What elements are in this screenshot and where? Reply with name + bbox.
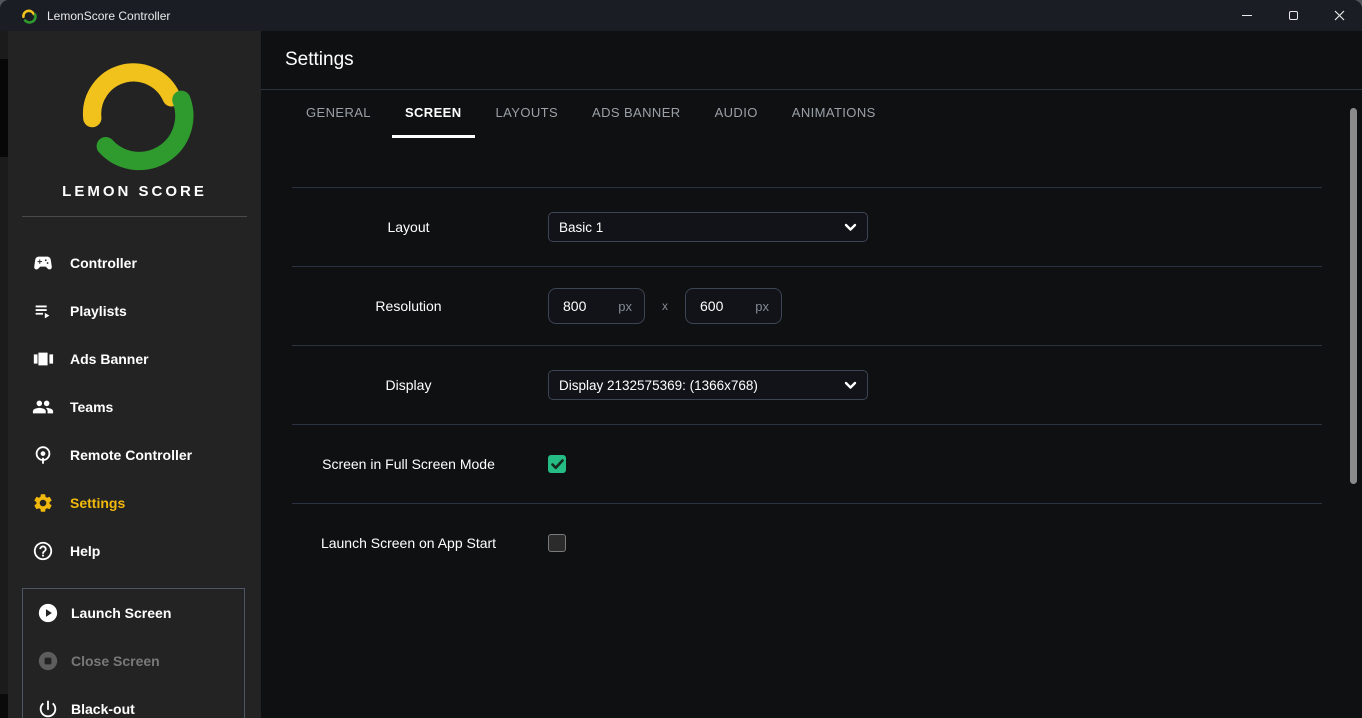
fullscreen-checkbox[interactable] (548, 455, 566, 473)
sidebar-item-ads-banner[interactable]: Ads Banner (8, 335, 261, 383)
window-title: LemonScore Controller (47, 9, 170, 23)
screen-actions-panel: Launch Screen Close Screen Black-out (22, 588, 245, 718)
sidebar-item-label: Remote Controller (70, 447, 192, 463)
help-icon (32, 540, 54, 562)
sidebar-item-remote-controller[interactable]: Remote Controller (8, 431, 261, 479)
display-select[interactable]: Display 2132575369: (1366x768) (548, 370, 868, 400)
black-out-button[interactable]: Black-out (23, 685, 244, 718)
brand-name: LEMON SCORE (8, 183, 261, 200)
chevron-down-icon (844, 381, 857, 390)
resolution-separator: x (662, 299, 668, 313)
gear-icon (32, 492, 54, 514)
sidebar: LEMON SCORE Controller Playlists (8, 31, 261, 718)
sidebar-item-settings[interactable]: Settings (8, 479, 261, 527)
power-icon (37, 698, 59, 718)
layout-select[interactable]: Basic 1 (548, 212, 868, 242)
sidebar-item-label: Playlists (70, 303, 127, 319)
page-title: Settings (285, 49, 354, 71)
tab-ads-banner[interactable]: ADS BANNER (579, 90, 694, 138)
action-label: Launch Screen (71, 605, 171, 621)
stop-circle-icon (37, 650, 59, 672)
sidebar-item-label: Teams (70, 399, 113, 415)
sidebar-item-label: Help (70, 543, 100, 559)
chevron-down-icon (844, 223, 857, 232)
layout-row: Layout Basic 1 (292, 187, 1322, 266)
app-logo-icon (21, 8, 37, 24)
close-screen-button[interactable]: Close Screen (23, 637, 244, 685)
tab-general[interactable]: GENERAL (293, 90, 384, 138)
launch-on-start-label: Launch Screen on App Start (292, 535, 525, 551)
tab-audio[interactable]: AUDIO (702, 90, 771, 138)
maximize-button[interactable] (1270, 0, 1316, 31)
playlist-icon (32, 300, 54, 322)
checkmark-icon (551, 459, 564, 470)
teams-icon (32, 396, 54, 418)
play-circle-icon (37, 602, 59, 624)
main-scrollbar-thumb[interactable] (1350, 108, 1357, 484)
sidebar-scrollbar[interactable] (0, 31, 8, 718)
app-window: LemonScore Controller LEMON SCORE (0, 0, 1362, 718)
close-icon (1334, 10, 1345, 21)
minimize-icon (1242, 15, 1252, 16)
sidebar-item-playlists[interactable]: Playlists (8, 287, 261, 335)
layout-select-value: Basic 1 (559, 220, 844, 235)
minimize-button[interactable] (1224, 0, 1270, 31)
display-select-value: Display 2132575369: (1366x768) (559, 378, 844, 393)
remote-icon (32, 444, 54, 466)
tab-animations[interactable]: ANIMATIONS (779, 90, 889, 138)
launch-on-start-checkbox[interactable] (548, 534, 566, 552)
fullscreen-label: Screen in Full Screen Mode (292, 456, 525, 472)
resolution-row: Resolution px x px (292, 266, 1322, 345)
layout-label: Layout (292, 219, 525, 235)
resolution-width-unit: px (618, 299, 632, 314)
screen-settings-form: Layout Basic 1 Resolution (261, 187, 1362, 582)
lemonscore-logo-icon (69, 51, 201, 173)
sidebar-item-label: Ads Banner (70, 351, 149, 367)
tab-screen[interactable]: SCREEN (392, 90, 475, 138)
settings-tabs: GENERAL SCREEN LAYOUTS ADS BANNER AUDIO … (261, 90, 1362, 138)
resolution-height-input[interactable] (700, 298, 755, 314)
resolution-height-field-wrap: px (685, 288, 782, 324)
brand-divider (22, 216, 247, 217)
main-scrollbar (1348, 62, 1362, 718)
resolution-label: Resolution (292, 298, 525, 314)
tab-layouts[interactable]: LAYOUTS (483, 90, 572, 138)
settings-page: Settings GENERAL SCREEN LAYOUTS ADS BANN… (261, 31, 1362, 718)
action-label: Close Screen (71, 653, 160, 669)
brand-block: LEMON SCORE (8, 31, 261, 217)
sidebar-item-teams[interactable]: Teams (8, 383, 261, 431)
action-label: Black-out (71, 701, 135, 717)
display-row: Display Display 2132575369: (1366x768) (292, 345, 1322, 424)
maximize-icon (1289, 11, 1298, 20)
sidebar-item-label: Settings (70, 495, 125, 511)
fullscreen-row: Screen in Full Screen Mode (292, 424, 1322, 503)
titlebar: LemonScore Controller (0, 0, 1362, 31)
resolution-width-field-wrap: px (548, 288, 645, 324)
banner-icon (32, 348, 54, 370)
sidebar-item-controller[interactable]: Controller (8, 239, 261, 287)
display-label: Display (292, 377, 525, 393)
resolution-height-unit: px (755, 299, 769, 314)
launch-screen-button[interactable]: Launch Screen (23, 589, 244, 637)
close-button[interactable] (1316, 0, 1362, 31)
gamepad-icon (32, 252, 54, 274)
resolution-width-input[interactable] (563, 298, 618, 314)
launch-on-start-row: Launch Screen on App Start (292, 503, 1322, 582)
sidebar-item-label: Controller (70, 255, 137, 271)
sidebar-item-help[interactable]: Help (8, 527, 261, 575)
sidebar-nav: Controller Playlists Ads Banner (8, 239, 261, 575)
